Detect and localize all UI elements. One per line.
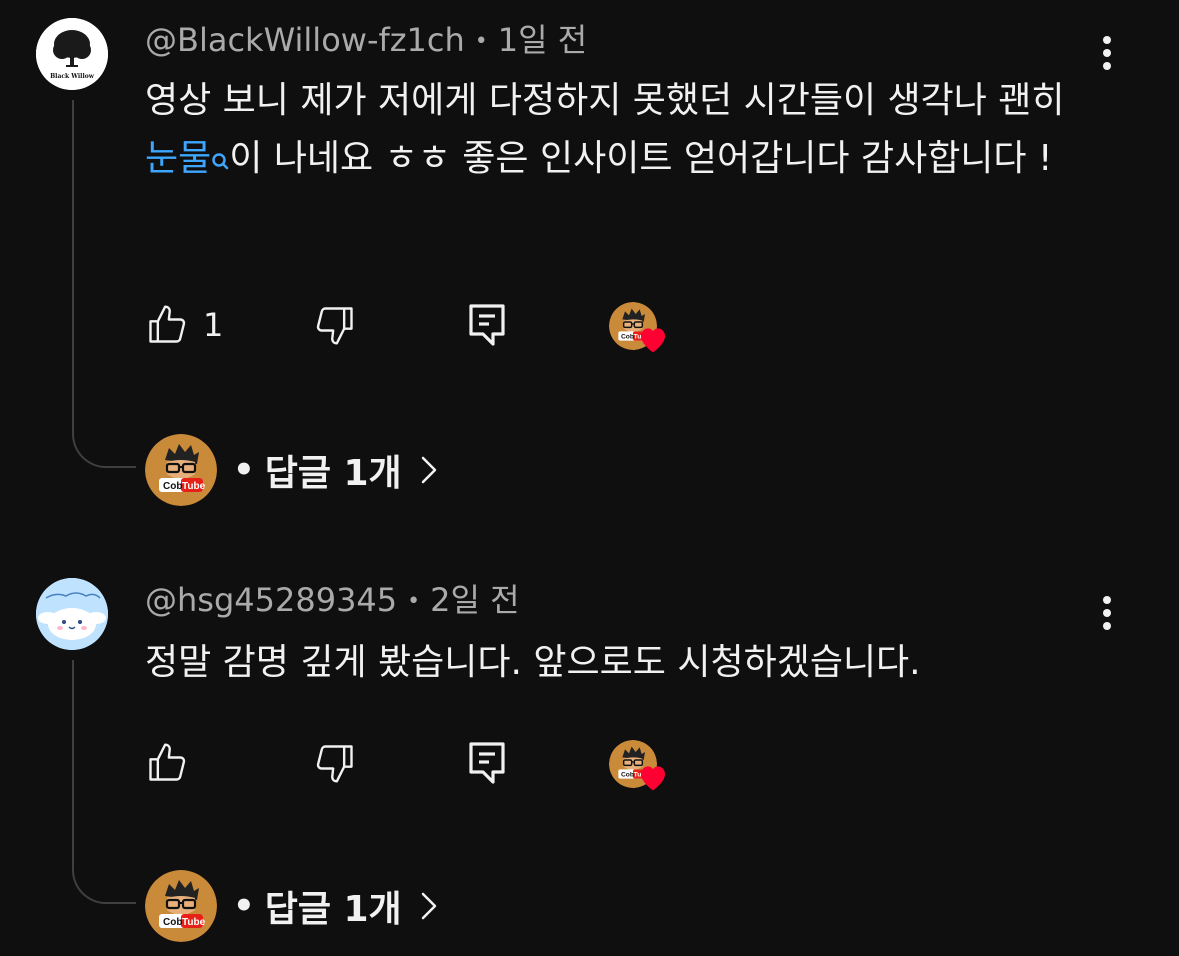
thumbs-up-icon [149,305,186,343]
dislike-button[interactable] [313,300,357,350]
thumbs-down-icon [316,307,353,345]
thumbs-up-icon [149,743,186,781]
comment-text-part: 이 나네요 ㅎㅎ 좋은 인사이트 얻어갑니다 감사합니다 ! [229,138,1053,179]
chevron-right-icon [420,455,438,485]
more-options-button[interactable] [1090,588,1124,638]
like-button[interactable]: 1 [145,300,223,350]
separator-dot: • [233,450,255,490]
search-link[interactable]: 눈물 [145,138,229,179]
comment-meta: @BlackWillow-fz1ch • 1일 전 [145,20,587,62]
author-handle[interactable]: @hsg45289345 [145,581,397,619]
chevron-right-icon [420,891,438,921]
like-count: 1 [203,306,224,344]
timestamp[interactable]: 1일 전 [498,21,587,59]
separator-dot: • [407,589,421,614]
more-options-button[interactable] [1090,28,1124,78]
comment-text-part: 영상 보니 제가 저에게 다정하지 못했던 시간들이 생각나 괜히 [145,80,1065,121]
avatar-caption: Black Willow [50,73,94,80]
comment-2: @hsg45289345 • 2일 전 정말 감명 깊게 봤습니다. 앞으로도 시청… [0,560,1179,956]
replies-count: 답글 1개 [264,889,402,930]
comment-body: 정말 감명 깊게 봤습니다. 앞으로도 시청하겠습니다. [145,642,921,683]
reply-button[interactable] [467,300,507,350]
reply-icon [469,742,505,784]
thread-line [72,100,136,468]
thumbs-down-icon [316,745,353,783]
reply-button[interactable] [467,738,507,788]
comment-meta: @hsg45289345 • 2일 전 [145,580,520,622]
comment-actions: 1 [145,300,745,353]
avatar[interactable] [36,578,108,650]
dislike-button[interactable] [313,738,357,788]
timestamp[interactable]: 2일 전 [430,581,519,619]
comment-1: Black Willow @BlackWillow-fz1ch • 1일 전 영상 … [0,0,1179,520]
creator-heart [609,740,671,798]
heart-icon [641,766,665,791]
like-button[interactable] [145,738,203,788]
replies-count: 답글 1개 [264,453,402,494]
separator-dot: • [474,29,488,54]
heart-icon [641,328,665,353]
more-vert-icon [1103,596,1111,630]
avatar[interactable]: Black Willow [36,18,108,90]
reply-author-avatar [145,870,217,942]
comment-body: 영상 보니 제가 저에게 다정하지 못했던 시간들이 생각나 괜히 눈물 이 나네… [145,72,1075,192]
reply-icon [469,304,505,346]
creator-heart [609,302,671,360]
view-replies-button[interactable]: • 답글 1개 [145,434,438,506]
thread-line [72,660,136,904]
reply-author-avatar [145,434,217,506]
comment-actions [145,738,745,791]
view-replies-button[interactable]: • 답글 1개 [145,870,438,942]
more-vert-icon [1103,36,1111,70]
author-handle[interactable]: @BlackWillow-fz1ch [145,21,465,59]
search-icon [211,134,229,192]
cinnamoroll-avatar-icon [36,578,108,650]
separator-dot: • [233,886,255,926]
